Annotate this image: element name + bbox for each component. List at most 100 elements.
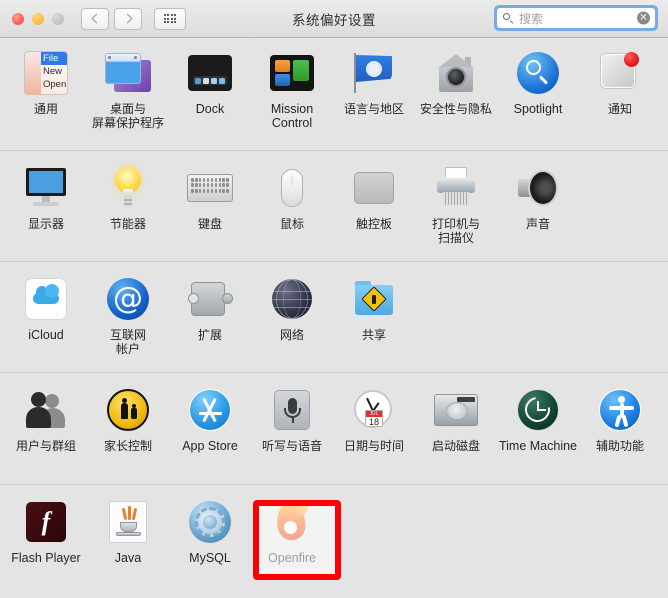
pref-item-desktop-screensaver[interactable]: 桌面与 屏幕保护程序 — [87, 49, 169, 150]
dictation-speech-icon — [268, 386, 316, 434]
pref-label: 互联网 帐户 — [109, 328, 146, 356]
pref-item-mouse[interactable]: 鼠标 — [251, 164, 333, 261]
pref-label: 打印机与 扫描仪 — [431, 217, 480, 245]
pref-item-accessibility[interactable]: 辅助功能 — [579, 386, 661, 484]
pref-item-mission-control[interactable]: Mission Control — [251, 49, 333, 150]
trackpad-icon — [350, 164, 398, 212]
pref-item-startup-disk[interactable]: 启动磁盘 — [415, 386, 497, 484]
show-all-button[interactable] — [154, 7, 186, 30]
pref-item-sharing[interactable]: 共享 — [333, 275, 415, 372]
pref-label: 节能器 — [109, 217, 146, 231]
pref-label: 听写与语音 — [261, 439, 322, 453]
dock-icon — [186, 49, 234, 97]
close-button[interactable] — [12, 12, 24, 25]
sharing-icon — [350, 275, 398, 323]
pref-item-icloud[interactable]: iCloud — [5, 275, 87, 372]
pref-label: iCloud — [28, 328, 64, 342]
pref-item-notifications[interactable]: 通知 — [579, 49, 661, 150]
pref-label: 鼠标 — [279, 217, 304, 231]
pref-item-parental-controls[interactable]: 家长控制 — [87, 386, 169, 484]
pref-item-keyboard[interactable]: 键盘 — [169, 164, 251, 261]
pref-item-printers-scanners[interactable]: 打印机与 扫描仪 — [415, 164, 497, 261]
pref-item-time-machine[interactable]: Time Machine — [497, 386, 579, 484]
pref-label: Openfire — [268, 551, 316, 565]
date-time-icon: JUL 18 — [350, 386, 398, 434]
printers-scanners-icon — [432, 164, 480, 212]
pref-item-displays[interactable]: 显示器 — [5, 164, 87, 261]
chevron-left-icon — [91, 13, 101, 24]
pref-label: Flash Player — [11, 551, 81, 565]
pref-item-date-time[interactable]: JUL 18 日期与时间 — [333, 386, 415, 484]
pref-item-mysql[interactable]: MySQL — [169, 498, 251, 597]
pref-label: 日期与时间 — [343, 439, 404, 453]
pref-item-dictation-speech[interactable]: 听写与语音 — [251, 386, 333, 484]
pref-item-users-groups[interactable]: 用户与群组 — [5, 386, 87, 484]
pref-label: 通知 — [607, 102, 632, 116]
pref-item-extensions[interactable]: 扩展 — [169, 275, 251, 372]
window-titlebar: 系统偏好设置 搜索 ✕ — [0, 0, 668, 38]
clear-icon[interactable]: ✕ — [637, 11, 650, 25]
spotlight-icon — [514, 49, 562, 97]
java-icon — [104, 498, 152, 546]
desktop-screensaver-icon — [104, 49, 152, 97]
pref-item-energy-saver[interactable]: 节能器 — [87, 164, 169, 261]
notifications-icon — [596, 49, 644, 97]
extensions-icon — [186, 275, 234, 323]
flash-player-icon: f — [22, 498, 70, 546]
pref-item-general[interactable]: File New Open 通用 — [5, 49, 87, 150]
preferences-row-system: 用户与群组 家长控制 App Store 听写与语音 JUL 18 日期与时间 … — [0, 372, 668, 484]
pref-label: 键盘 — [197, 217, 222, 231]
system-preferences-window: 系统偏好设置 搜索 ✕ File New Open 通用 桌面与 屏幕保护程序 … — [0, 0, 668, 598]
pref-label: 声音 — [525, 217, 550, 231]
language-region-icon — [350, 49, 398, 97]
pref-label: 通用 — [33, 102, 58, 116]
back-button[interactable] — [81, 7, 109, 30]
startup-disk-icon — [432, 386, 480, 434]
security-privacy-icon — [432, 49, 480, 97]
pref-label: 显示器 — [27, 217, 64, 231]
pref-label: 共享 — [361, 328, 386, 342]
pref-label: 网络 — [279, 328, 304, 342]
chevron-right-icon — [122, 13, 132, 24]
pref-item-spotlight[interactable]: Spotlight — [497, 49, 579, 150]
pref-item-trackpad[interactable]: 触控板 — [333, 164, 415, 261]
pref-label: Java — [114, 551, 142, 565]
preferences-row-internet: iCloud @ 互联网 帐户 扩展 网络 共享 — [0, 261, 668, 372]
pref-label: Dock — [195, 102, 225, 116]
time-machine-icon — [514, 386, 562, 434]
pref-item-internet-accounts[interactable]: @ 互联网 帐户 — [87, 275, 169, 372]
users-groups-icon — [22, 386, 70, 434]
pref-label: Spotlight — [513, 102, 563, 116]
pref-item-java[interactable]: Java — [87, 498, 169, 597]
pref-item-network[interactable]: 网络 — [251, 275, 333, 372]
pref-label: 扩展 — [197, 328, 222, 342]
search-field[interactable]: 搜索 ✕ — [497, 8, 655, 28]
mysql-icon — [186, 498, 234, 546]
forward-button[interactable] — [114, 7, 142, 30]
mouse-icon — [268, 164, 316, 212]
preferences-grid: File New Open 通用 桌面与 屏幕保护程序 Dock Mission… — [0, 38, 668, 598]
search-field-wrapper[interactable]: 搜索 ✕ — [494, 5, 658, 31]
pref-item-app-store[interactable]: App Store — [169, 386, 251, 484]
minimize-button[interactable] — [32, 12, 44, 25]
pref-label: 启动磁盘 — [431, 439, 480, 453]
pref-item-sound[interactable]: 声音 — [497, 164, 579, 261]
zoom-button[interactable] — [52, 12, 64, 25]
search-input[interactable]: 搜索 — [519, 10, 543, 27]
pref-label: 辅助功能 — [595, 439, 644, 453]
calendar-day: 18 — [368, 416, 379, 427]
pref-item-flash-player[interactable]: f Flash Player — [5, 498, 87, 597]
pref-item-security-privacy[interactable]: 安全性与隐私 — [415, 49, 497, 150]
pref-item-openfire[interactable]: Openfire — [251, 497, 333, 597]
internet-accounts-icon: @ — [104, 275, 152, 323]
pref-label: Time Machine — [498, 439, 578, 453]
window-controls — [12, 12, 64, 25]
pref-label: 桌面与 屏幕保护程序 — [91, 102, 164, 130]
displays-icon — [22, 164, 70, 212]
pref-item-language-region[interactable]: 语言与地区 — [333, 49, 415, 150]
pref-item-dock[interactable]: Dock — [169, 49, 251, 150]
energy-saver-icon — [104, 164, 152, 212]
search-icon — [503, 12, 514, 24]
icloud-icon — [22, 275, 70, 323]
openfire-icon — [268, 497, 316, 546]
